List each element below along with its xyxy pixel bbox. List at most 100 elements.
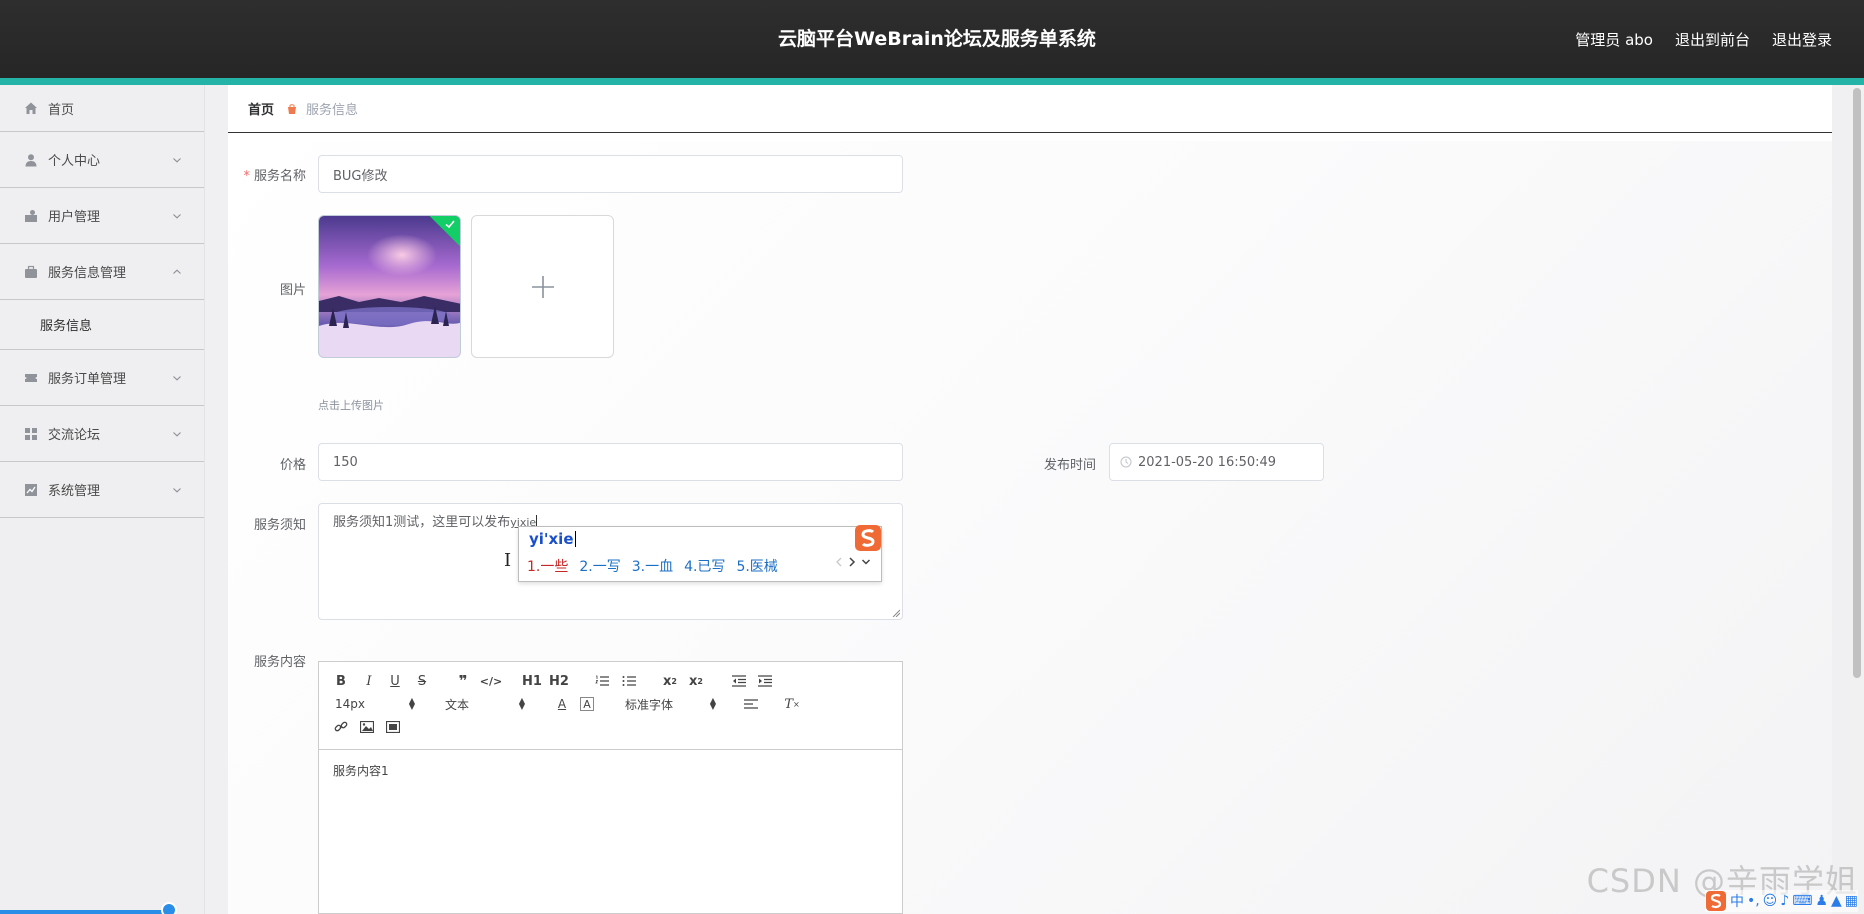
upload-hint: 点击上传图片 xyxy=(318,399,384,412)
background-color-icon[interactable]: A xyxy=(580,697,594,711)
price-label: 价格 xyxy=(279,458,306,473)
prev-page-icon[interactable] xyxy=(835,557,843,567)
sidebar-item-user-management[interactable]: 用户管理 xyxy=(0,188,204,244)
chevron-up-icon xyxy=(173,268,181,274)
publish-time-label: 发布时间 xyxy=(1043,458,1096,473)
sidebar-item-service-orders[interactable]: 服务订单管理 xyxy=(0,350,204,406)
ime-candidate[interactable]: 3.一血 xyxy=(632,556,673,576)
publish-time-value: 2021-05-20 16:50:49 xyxy=(1138,454,1277,470)
ime-nav xyxy=(835,557,871,567)
ime-candidate[interactable]: 4.已写 xyxy=(684,556,725,576)
scrollbar-thumb[interactable] xyxy=(1853,88,1861,678)
notice-label: 服务须知 xyxy=(253,518,306,533)
chart-icon xyxy=(24,483,38,497)
paragraph-select[interactable]: 文本 ▲ ▼ xyxy=(445,695,525,713)
price-input[interactable]: 150 xyxy=(318,443,903,481)
superscript-icon[interactable]: x2 xyxy=(686,672,706,690)
service-name-label: * 服务名称 xyxy=(226,165,306,184)
toolbox-icon[interactable]: ▦ xyxy=(1845,893,1858,909)
uploaded-image-thumbnail[interactable] xyxy=(318,215,461,358)
emoji-icon[interactable]: ☺ xyxy=(1763,893,1778,909)
editor-content[interactable]: 服务内容1 xyxy=(333,762,389,779)
grid-icon xyxy=(24,427,38,441)
skin-icon[interactable]: ▲ xyxy=(1831,893,1842,909)
italic-icon[interactable]: I xyxy=(359,672,379,690)
text-cursor-icon: I xyxy=(504,550,512,571)
sidebar-item-home[interactable]: 首页 xyxy=(0,85,204,132)
clock-icon xyxy=(1120,456,1132,468)
image-icon[interactable] xyxy=(357,718,377,736)
font-family-select[interactable]: 标准字体 ▲ ▼ xyxy=(625,695,716,713)
strikethrough-icon[interactable]: S xyxy=(412,672,432,690)
sidebar-item-label: 服务订单管理 xyxy=(48,372,127,387)
image-label: 图片 xyxy=(279,283,306,298)
bold-icon[interactable]: B xyxy=(331,672,351,690)
header-accent-bar xyxy=(0,78,1864,85)
sogou-status-icon xyxy=(1705,891,1726,911)
sidebar-progress-knob[interactable] xyxy=(161,902,177,914)
ime-candidate[interactable]: 5.医械 xyxy=(736,556,777,576)
breadcrumb-home[interactable]: 首页 xyxy=(248,99,274,118)
blockquote-icon[interactable]: ❞ xyxy=(453,672,473,690)
user-manage-icon xyxy=(24,209,38,223)
required-asterisk: * xyxy=(243,169,250,184)
admin-label[interactable]: 管理员 abo xyxy=(1575,29,1653,50)
ime-candidate[interactable]: 1.一些 xyxy=(527,556,568,576)
indent-icon[interactable] xyxy=(755,672,775,690)
expand-icon[interactable] xyxy=(861,557,871,567)
publish-time-input[interactable]: 2021-05-20 16:50:49 xyxy=(1109,443,1324,481)
punctuation-icon[interactable]: •, xyxy=(1747,893,1760,909)
next-page-icon[interactable] xyxy=(848,557,856,567)
service-name-input[interactable]: BUG修改 xyxy=(318,155,903,193)
keyboard-icon[interactable]: ⌨ xyxy=(1792,893,1812,909)
ime-candidate-popup: yi'xie 1.一些 2.一写 3.一血 4.已写 5.医械 xyxy=(518,525,882,582)
resize-grip-icon[interactable] xyxy=(892,609,900,617)
ticket-icon xyxy=(24,371,38,385)
sidebar-progress-bar xyxy=(0,910,174,914)
ime-status-bar[interactable]: 中 •, ☺ ♪ ⌨ ♟ ▲ ▦ xyxy=(1704,890,1858,912)
back-to-front-link[interactable]: 退出到前台 xyxy=(1675,29,1750,50)
align-icon[interactable] xyxy=(741,695,761,713)
font-color-icon[interactable]: A xyxy=(552,695,572,713)
add-image-button[interactable] xyxy=(471,215,614,358)
content-label: 服务内容 xyxy=(253,655,306,670)
clear-format-icon[interactable]: T × xyxy=(782,695,802,713)
ime-candidate-list: 1.一些 2.一写 3.一血 4.已写 5.医械 xyxy=(527,556,778,576)
ime-mode[interactable]: 中 xyxy=(1730,891,1744,911)
sogou-logo-icon xyxy=(855,525,881,551)
sidebar-item-label: 个人中心 xyxy=(48,154,101,169)
video-icon[interactable] xyxy=(383,718,403,736)
font-size-select[interactable]: 14px ▲ ▼ xyxy=(335,695,415,713)
user-icon[interactable]: ♟ xyxy=(1815,893,1828,909)
top-nav: 管理员 abo 退出到前台 退出登录 xyxy=(1575,0,1832,78)
microphone-icon[interactable]: ♪ xyxy=(1780,893,1789,909)
ordered-list-icon[interactable] xyxy=(592,672,612,690)
sidebar-item-personal-center[interactable]: 个人中心 xyxy=(0,132,204,188)
sidebar-item-label: 服务信息管理 xyxy=(48,266,127,281)
bullet-list-icon[interactable] xyxy=(619,672,639,690)
heading-1-icon[interactable]: H1 xyxy=(522,672,542,690)
check-icon xyxy=(445,220,455,229)
select-arrows-icon: ▲ ▼ xyxy=(408,696,415,711)
heading-2-icon[interactable]: H2 xyxy=(549,672,569,690)
sidebar-item-label: 用户管理 xyxy=(48,210,101,225)
outdent-icon[interactable] xyxy=(729,672,749,690)
chevron-down-icon xyxy=(173,431,181,437)
sidebar: 首页 个人中心 用户管理 服务信息管理 服务信息 服务订单管理 交流论坛 系统管… xyxy=(0,85,205,914)
font-family-value: 标准字体 xyxy=(625,697,674,712)
user-icon xyxy=(24,153,38,167)
ime-candidate[interactable]: 2.一写 xyxy=(579,556,620,576)
sidebar-item-system-management[interactable]: 系统管理 xyxy=(0,462,204,518)
chevron-down-icon xyxy=(173,375,181,381)
sidebar-item-service-info-management[interactable]: 服务信息管理 xyxy=(0,244,204,300)
price-value: 150 xyxy=(333,454,358,470)
page-scrollbar[interactable] xyxy=(1850,85,1864,914)
link-icon[interactable] xyxy=(331,718,351,736)
subscript-icon[interactable]: x2 xyxy=(660,672,680,690)
sidebar-item-forum[interactable]: 交流论坛 xyxy=(0,406,204,462)
logout-link[interactable]: 退出登录 xyxy=(1772,29,1832,50)
sidebar-subitem-service-info[interactable]: 服务信息 xyxy=(0,300,204,350)
code-block-icon[interactable]: </> xyxy=(480,672,502,690)
briefcase-icon xyxy=(24,265,38,279)
underline-icon[interactable]: U xyxy=(385,672,405,690)
